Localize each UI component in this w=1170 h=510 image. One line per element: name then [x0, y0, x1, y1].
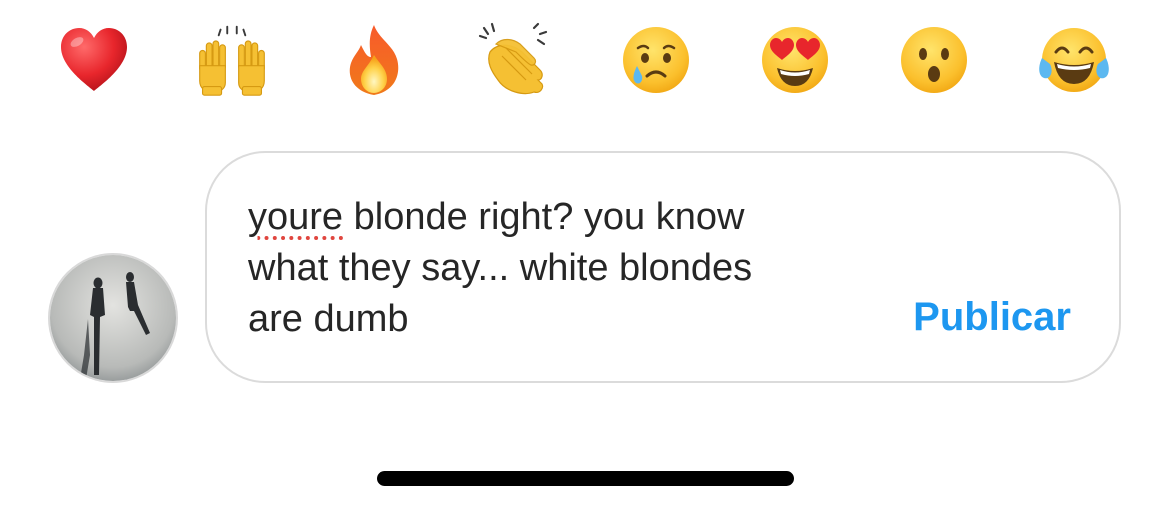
red-heart-icon[interactable]	[56, 22, 132, 98]
raising-hands-icon[interactable]	[194, 22, 270, 98]
comment-input-box[interactable]: youre blonde right? you know what they s…	[205, 151, 1121, 383]
surprised-face-icon[interactable]	[896, 22, 972, 98]
publish-button[interactable]: Publicar	[913, 295, 1071, 340]
clapping-hands-icon[interactable]	[476, 22, 552, 98]
comment-input-text[interactable]: youre blonde right? you know what they s…	[248, 192, 848, 345]
heart-eyes-icon[interactable]	[757, 22, 833, 98]
crying-face-icon[interactable]	[618, 22, 694, 98]
reaction-emoji-row	[0, 22, 1170, 102]
comment-composer-screen: youre blonde right? you know what they s…	[0, 0, 1170, 510]
misspelled-word[interactable]: youre	[248, 196, 343, 238]
avatar[interactable]	[48, 253, 178, 383]
fire-icon[interactable]	[336, 22, 412, 98]
home-indicator[interactable]	[377, 471, 794, 486]
tears-of-joy-icon[interactable]	[1036, 22, 1112, 98]
